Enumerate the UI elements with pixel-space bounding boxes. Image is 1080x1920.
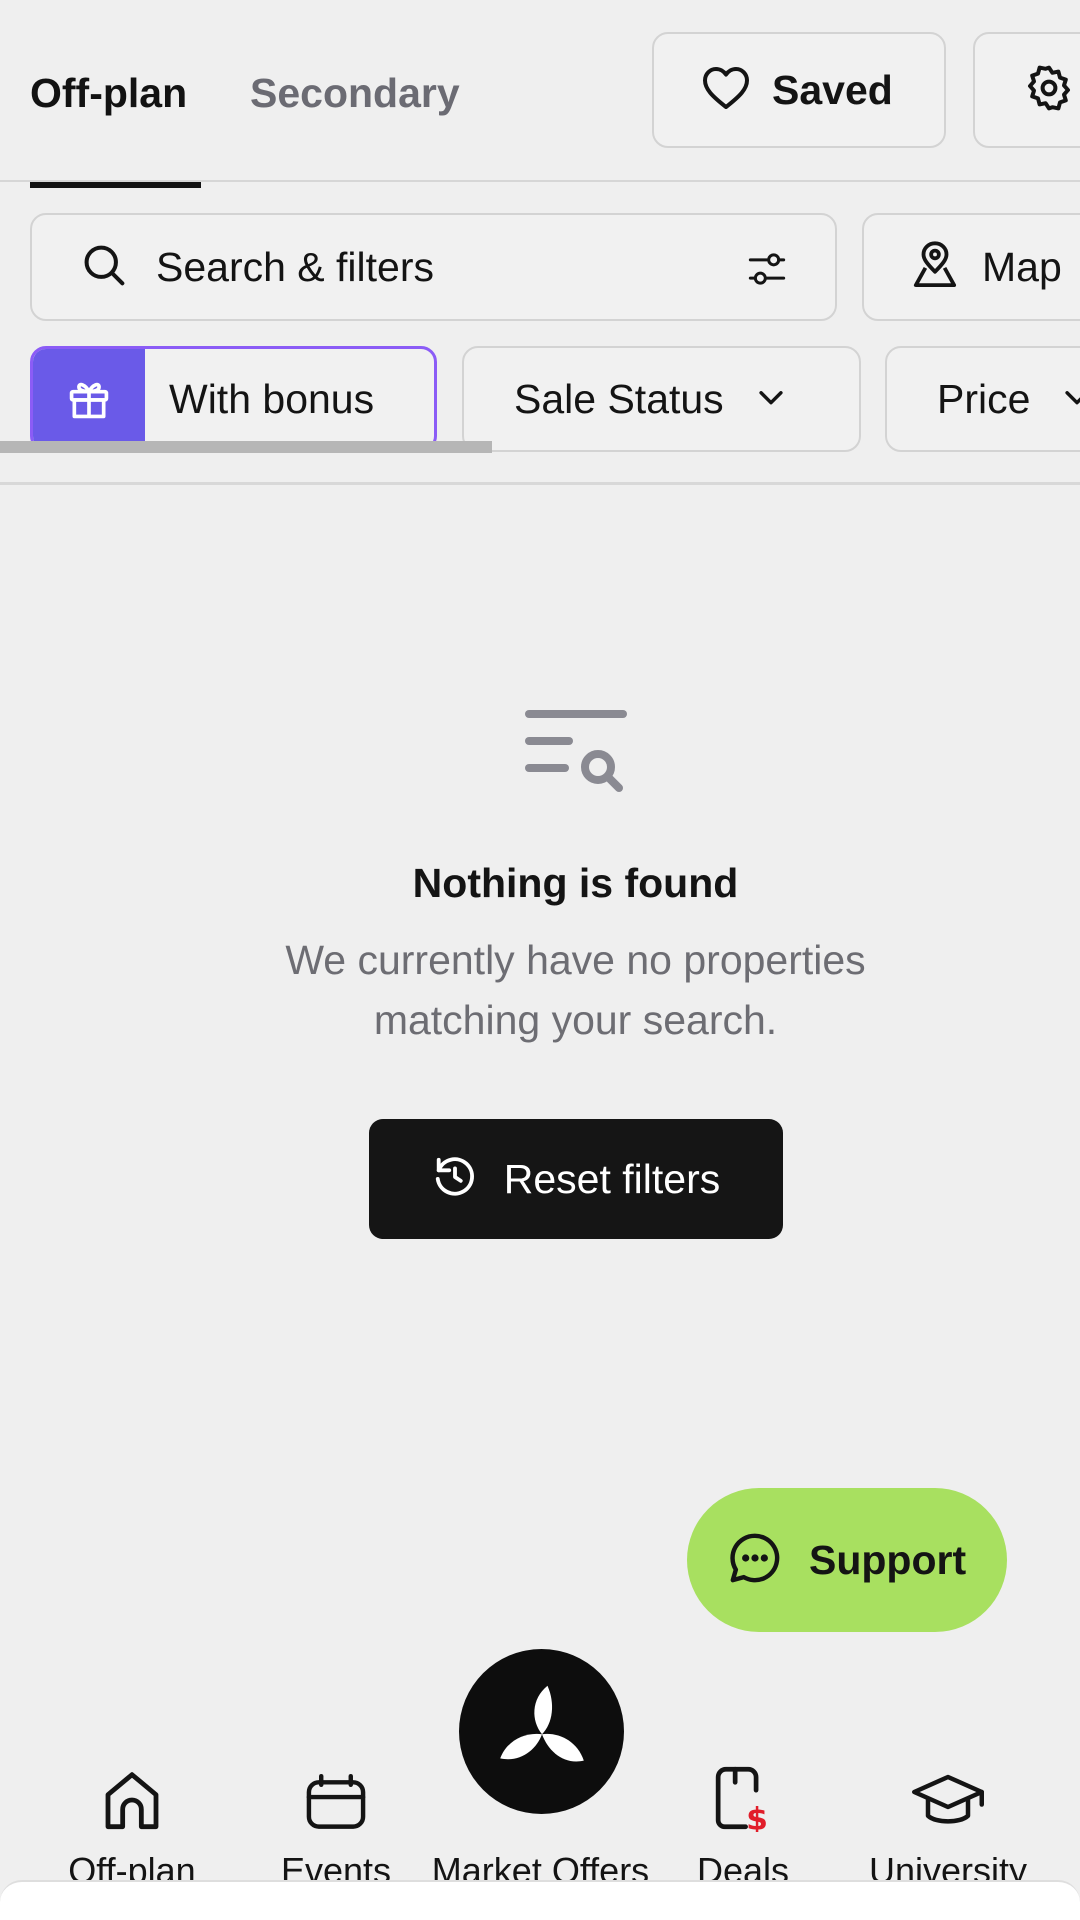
gear-icon — [1025, 64, 1073, 117]
map-pin-icon — [912, 240, 958, 294]
heart-icon — [702, 66, 750, 115]
sale-status-label: Sale Status — [514, 375, 724, 422]
support-label: Support — [809, 1536, 967, 1583]
settings-button[interactable] — [973, 32, 1080, 148]
empty-state-title: Nothing is found — [412, 860, 739, 906]
empty-state-line-2: matching your search. — [373, 997, 778, 1043]
tab-off-plan[interactable]: Off-plan — [30, 68, 187, 118]
svg-text:$: $ — [746, 1801, 768, 1832]
search-placeholder: Search & filters — [156, 243, 434, 290]
deals-icon: $ — [633, 1760, 853, 1832]
map-button[interactable]: Map — [862, 213, 1080, 321]
search-list-icon — [525, 710, 627, 797]
chevron-down-icon — [754, 380, 788, 419]
saved-button[interactable]: Saved — [652, 32, 946, 148]
empty-state-text: We currently have no properties matching… — [0, 930, 1080, 1050]
empty-state-line-1: We currently have no properties — [285, 937, 866, 983]
support-button[interactable]: Support — [687, 1488, 1007, 1632]
filters-icon[interactable] — [747, 249, 787, 294]
search-icon — [82, 243, 126, 292]
nav-deals[interactable]: $ Deals — [633, 1760, 853, 1892]
chevron-down-icon — [1060, 380, 1080, 419]
search-input[interactable]: Search & filters — [30, 213, 837, 321]
graduation-cap-icon — [838, 1760, 1058, 1832]
nav-events[interactable]: Events — [226, 1760, 446, 1892]
nav-university[interactable]: University — [838, 1760, 1058, 1892]
saved-label: Saved — [772, 66, 893, 113]
tab-secondary[interactable]: Secondary — [250, 68, 460, 118]
map-label: Map — [982, 243, 1062, 290]
with-bonus-label: With bonus — [169, 375, 375, 422]
bottom-sheet[interactable] — [0, 1880, 1080, 1920]
with-bonus-chip[interactable]: With bonus — [30, 346, 437, 452]
market-offers-logo[interactable] — [459, 1649, 624, 1814]
reset-filters-label: Reset filters — [503, 1155, 721, 1202]
reset-icon — [432, 1154, 478, 1205]
screen: Off-plan Secondary Saved Search & filter… — [0, 0, 1080, 1920]
active-tab-indicator — [30, 182, 201, 188]
gift-icon — [33, 349, 145, 449]
chips-divider — [0, 482, 1080, 485]
nav-off-plan[interactable]: Off-plan — [22, 1760, 242, 1892]
price-label: Price — [937, 375, 1031, 422]
price-dropdown[interactable]: Price — [885, 346, 1080, 452]
sale-status-dropdown[interactable]: Sale Status — [462, 346, 861, 452]
home-icon — [22, 1760, 242, 1832]
chips-scrollbar[interactable] — [0, 441, 492, 453]
reset-filters-button[interactable]: Reset filters — [369, 1119, 783, 1239]
calendar-icon — [226, 1760, 446, 1832]
chat-bubble-icon — [727, 1530, 783, 1591]
